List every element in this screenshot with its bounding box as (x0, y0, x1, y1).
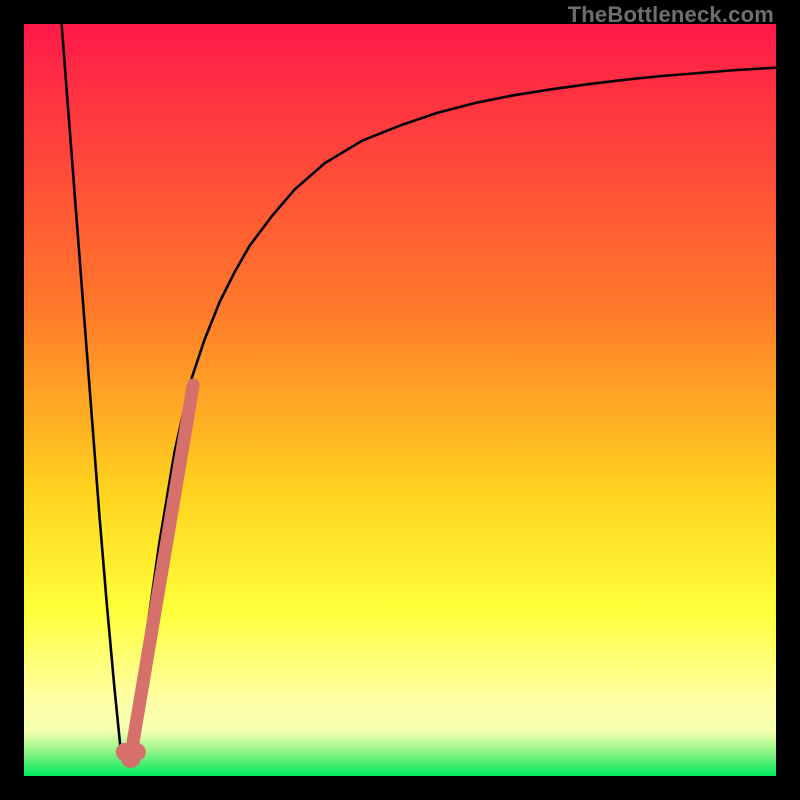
plot-area (24, 24, 776, 776)
outer-frame: TheBottleneck.com (0, 0, 800, 800)
watermark-text: TheBottleneck.com (568, 2, 774, 28)
gradient-background (24, 24, 776, 776)
bottleneck-chart (24, 24, 776, 776)
